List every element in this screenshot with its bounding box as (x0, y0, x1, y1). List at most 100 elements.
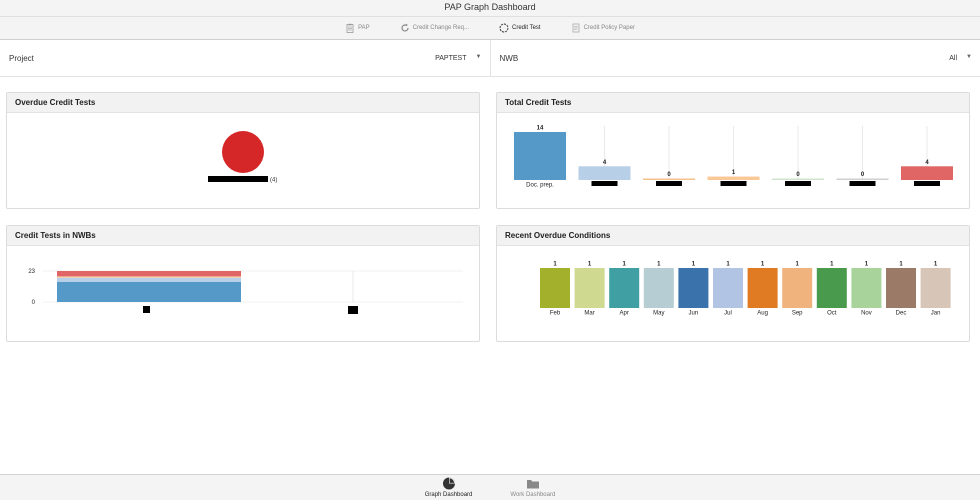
bar-value-label: 4 (925, 160, 929, 166)
bar (782, 268, 813, 308)
x-tick-label: Feb (550, 311, 561, 317)
recent-overdue-conditions-panel: Recent Overdue Conditions 1 Feb 1 Mar 1 Apr 1 M… (496, 225, 970, 342)
x-tick-label: Apr (620, 311, 629, 317)
stacked-bar-segment (57, 281, 241, 302)
bar-value-label: 4 (603, 160, 607, 166)
tab-credit-test[interactable]: Credit Test (499, 23, 541, 33)
panel-title: Total Credit Tests (497, 93, 969, 113)
bar (643, 178, 695, 180)
bar (886, 268, 916, 308)
bar-value-label: 1 (657, 262, 661, 268)
bar-value-label: 1 (623, 262, 627, 268)
overdue-credit-tests-panel: Overdue Credit Tests (4) (6, 92, 480, 209)
bar-value-label: 1 (865, 262, 869, 268)
stacked-bar-segment (57, 276, 241, 278)
bar (707, 176, 760, 180)
credit-tests-nwbs-panel: Credit Tests in NWBs 0 23 (6, 225, 480, 342)
redacted-tick-label (348, 306, 358, 314)
app-title: PAP Graph Dashboard (444, 2, 536, 12)
tab-label: Credit Test (512, 25, 541, 31)
y-tick-label: 0 (32, 300, 36, 306)
panel-title: Credit Tests in NWBs (7, 226, 479, 246)
bar (643, 268, 674, 308)
chevron-down-icon[interactable]: ▼ (476, 54, 482, 60)
redacted-tick-label (591, 181, 618, 186)
refresh-icon (401, 23, 409, 32)
x-tick-label: May (653, 311, 664, 317)
bar (578, 166, 631, 180)
x-tick-label: Jan (931, 311, 941, 317)
bar (747, 268, 778, 308)
redacted-tick-label (914, 181, 940, 186)
document-icon (572, 23, 579, 33)
redacted-label (208, 176, 268, 182)
bar-value-label: 1 (732, 170, 736, 176)
overdue-pie-chart: (4) (208, 131, 277, 184)
bar-value-label: 1 (726, 262, 730, 268)
x-tick-label: Nov (861, 311, 872, 317)
project-select-value[interactable]: PAPTEST (435, 55, 466, 62)
tab-credit-change-request[interactable]: Credit Change Req... (400, 23, 469, 33)
circle-dashed-icon (499, 23, 509, 33)
top-tab-bar: PAP Credit Change Req... Credit Test Cre… (0, 17, 980, 40)
bar (901, 166, 953, 180)
x-tick-label: Jun (689, 311, 699, 317)
recent-overdue-chart: 1 Feb 1 Mar 1 Apr 1 May 1 Jun 1 Jul 1 Aug 1 Sep 1 Oct 1 Nov… (540, 262, 951, 317)
project-filter[interactable]: Project PAPTEST ▼ (0, 40, 490, 76)
bar (836, 178, 889, 180)
panel-title: Overdue Credit Tests (7, 93, 479, 113)
bar-value-label: 0 (667, 172, 671, 178)
bar-value-label: 1 (796, 262, 800, 268)
tab-credit-policy-paper[interactable]: Credit Policy Paper (571, 23, 635, 33)
x-tick-label: Oct (827, 311, 837, 317)
tab-pap[interactable]: PAP (345, 23, 370, 33)
panel-title: Recent Overdue Conditions (497, 226, 969, 246)
total-credit-tests-chart: 14 Doc. prep. 4 0 1 0 0 4 (514, 126, 953, 189)
x-tick-label: Sep (792, 311, 803, 317)
nwb-filter[interactable]: NWB All ▼ (489, 40, 980, 76)
x-tick-label: Mar (584, 311, 594, 317)
bar-value-label: 1 (588, 262, 592, 268)
tab-label: Credit Policy Paper (583, 25, 635, 31)
bar (772, 178, 824, 180)
bar (816, 268, 847, 308)
bar-value-label: 1 (553, 262, 557, 268)
bar-value-label: 14 (537, 126, 544, 132)
nav-label: Graph Dashboard (424, 492, 473, 498)
stacked-bar-segment (57, 277, 241, 282)
redacted-tick-label (849, 181, 876, 186)
tab-label: PAP (358, 25, 370, 31)
bar-value-label: 0 (861, 172, 865, 178)
redacted-tick-label (656, 181, 682, 186)
bar (678, 268, 709, 308)
pie-slice[interactable] (222, 131, 264, 173)
nav-label: Work Dashboard (510, 492, 556, 498)
bar-value-label: 1 (830, 262, 834, 268)
nav-work-dashboard[interactable]: Work Dashboard (510, 475, 555, 500)
bar-value-label: 1 (934, 262, 938, 268)
x-tick-label: Doc. prep. (526, 183, 554, 189)
y-tick-label: 23 (28, 269, 35, 275)
x-tick-label: Jul (724, 311, 732, 317)
bar-value-label: 1 (761, 262, 765, 268)
bar (514, 132, 566, 180)
pie-chart-icon (442, 477, 455, 490)
nwb-select-value[interactable]: All (949, 55, 957, 62)
project-filter-label: Project (9, 53, 34, 63)
bottom-navigation: Graph Dashboard Work Dashboard (0, 474, 980, 500)
pie-value-label: (4) (270, 178, 277, 184)
clipboard-icon (346, 23, 354, 33)
bar-value-label: 1 (899, 262, 903, 268)
total-credit-tests-panel: Total Credit Tests 14 Doc. prep. 4 0 1 0 0 4 (496, 92, 970, 209)
bar-value-label: 0 (796, 172, 800, 178)
bar-value-label: 1 (692, 262, 696, 268)
redacted-tick-label (143, 306, 150, 313)
nav-graph-dashboard[interactable]: Graph Dashboard (424, 475, 473, 500)
filter-bar: Project PAPTEST ▼ NWB All ▼ (0, 40, 980, 77)
bar (540, 268, 570, 308)
chevron-down-icon[interactable]: ▼ (966, 54, 972, 60)
x-tick-label: Aug (757, 311, 768, 317)
credit-tests-nwb-chart: 0 23 (28, 269, 463, 314)
folder-icon (526, 480, 539, 489)
app-title-bar: PAP Graph Dashboard (0, 0, 980, 17)
